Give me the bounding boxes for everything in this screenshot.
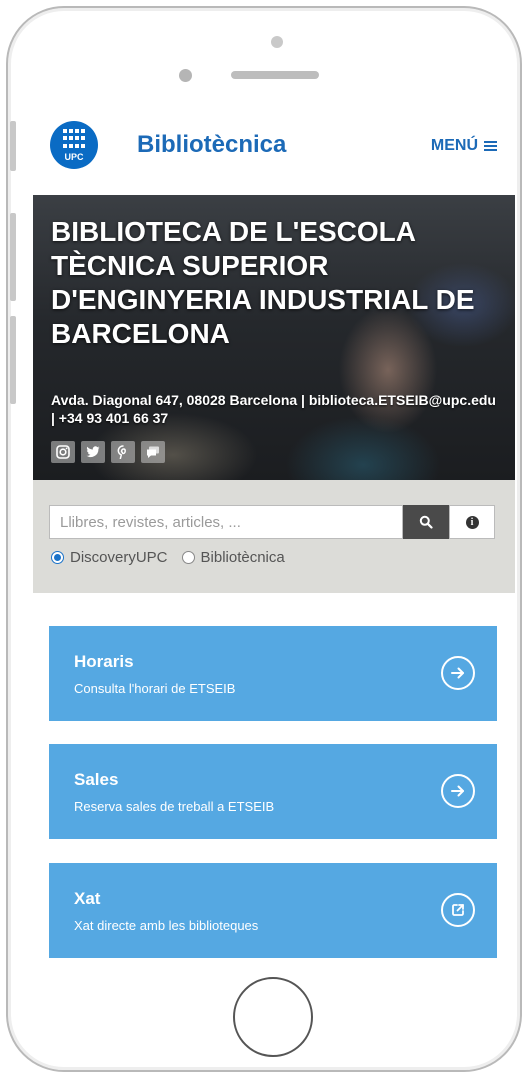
- logo-text: UPC: [64, 152, 84, 162]
- card-sales[interactable]: Sales Reserva sales de treball a ETSEIB: [49, 744, 497, 839]
- hero-banner: BIBLIOTECA DE L'ESCOLA TÈCNICA SUPERIOR …: [33, 195, 515, 480]
- brand-name[interactable]: Bibliotècnica: [137, 131, 286, 159]
- radio-bibliotecnica[interactable]: Bibliotècnica: [181, 549, 285, 566]
- front-camera: [271, 36, 283, 48]
- logo-dots: [63, 129, 85, 149]
- twitter-icon[interactable]: [81, 441, 105, 463]
- hamburger-icon: [484, 141, 497, 151]
- card-xat[interactable]: Xat Xat directe amb les biblioteques: [49, 863, 497, 958]
- search-button[interactable]: [403, 505, 449, 539]
- arrow-right-icon[interactable]: [441, 774, 475, 808]
- upc-logo[interactable]: UPC: [50, 121, 98, 169]
- arrow-right-icon[interactable]: [441, 656, 475, 690]
- site-header: UPC Bibliotècnica MENÚ: [33, 105, 515, 195]
- info-button[interactable]: i: [449, 505, 495, 539]
- card-subtitle: Reserva sales de treball a ETSEIB: [74, 799, 275, 814]
- phone-screen: UPC Bibliotècnica MENÚ BIBLIOTECA DE L'E…: [33, 105, 515, 958]
- search-bar: i: [49, 505, 495, 539]
- card-subtitle: Xat directe amb les biblioteques: [74, 918, 259, 933]
- card-horaris[interactable]: Horaris Consulta l'horari de ETSEIB: [49, 626, 497, 721]
- card-title: Horaris: [74, 652, 134, 671]
- external-link-icon[interactable]: [441, 893, 475, 927]
- search-source-options: DiscoveryUPC Bibliotècnica: [51, 549, 299, 566]
- mute-switch: [10, 121, 16, 171]
- search-section: i DiscoveryUPC Bibliotècnica: [33, 480, 515, 593]
- proximity-sensor: [179, 69, 192, 82]
- social-links: [51, 441, 165, 463]
- search-input[interactable]: [49, 505, 403, 539]
- search-icon: [419, 515, 433, 529]
- radio-discoveryupc[interactable]: DiscoveryUPC: [51, 549, 168, 566]
- radio-label: Bibliotècnica: [200, 549, 285, 566]
- home-button[interactable]: [233, 977, 313, 1057]
- card-subtitle: Consulta l'horari de ETSEIB: [74, 681, 236, 696]
- page-title: BIBLIOTECA DE L'ESCOLA TÈCNICA SUPERIOR …: [51, 216, 475, 349]
- instagram-icon[interactable]: [51, 441, 75, 463]
- earpiece-speaker: [231, 71, 319, 79]
- pinterest-icon[interactable]: [111, 441, 135, 463]
- chat-icon[interactable]: [141, 441, 165, 463]
- menu-button[interactable]: MENÚ: [431, 137, 497, 155]
- volume-up-button: [10, 213, 16, 301]
- radio-unselected-icon: [181, 551, 195, 564]
- menu-label: MENÚ: [430, 137, 478, 154]
- volume-down-button: [10, 316, 16, 404]
- radio-selected-icon: [51, 551, 64, 564]
- card-title: Xat: [74, 889, 101, 908]
- contact-info: Avda. Diagonal 647, 08028 Barcelona | bi…: [51, 392, 496, 426]
- info-icon: i: [465, 515, 479, 529]
- radio-label: DiscoveryUPC: [70, 549, 168, 566]
- card-title: Sales: [74, 770, 119, 789]
